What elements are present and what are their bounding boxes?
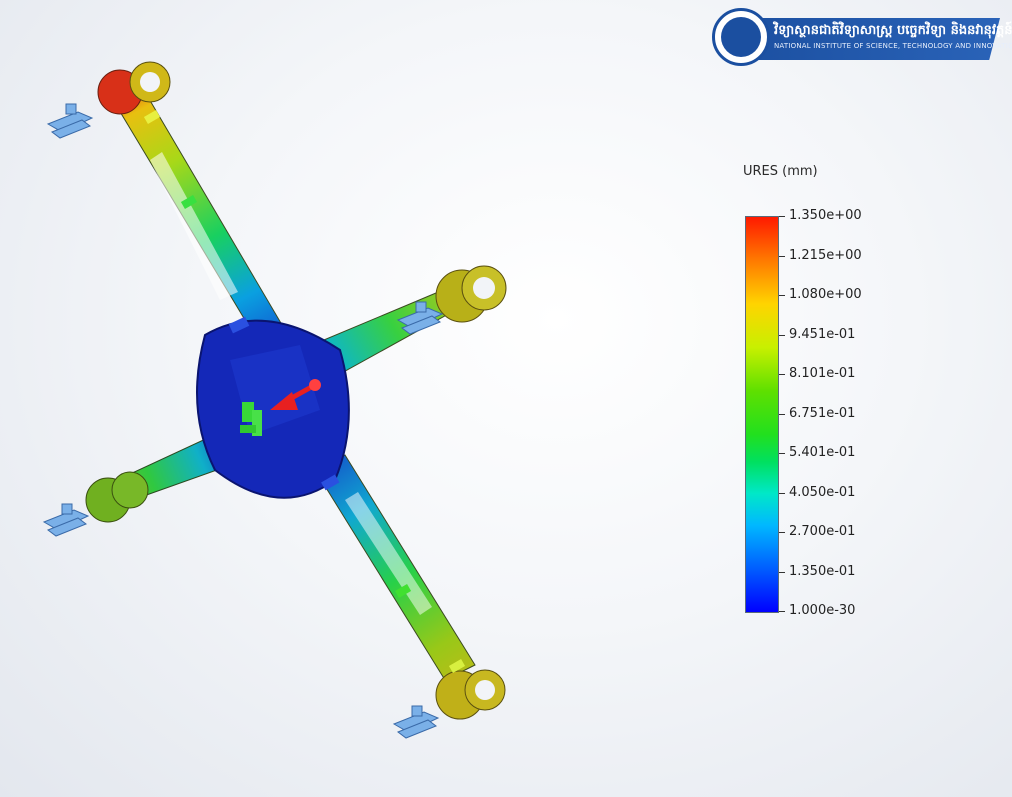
ures-legend: URES (mm) 1.350e+00 1.215e+00 1.080e+00 9.4…	[735, 160, 935, 630]
legend-tick-mark	[779, 216, 785, 217]
legend-tick-label: 4.050e-01	[789, 484, 856, 500]
logo-emblem-icon	[712, 8, 770, 66]
arm-north-west	[97, 61, 287, 331]
legend-tick-mark	[779, 374, 785, 375]
legend-tick-label: 6.751e-01	[789, 405, 856, 421]
legend-tick-label: 2.700e-01	[789, 524, 856, 539]
legend-tick-label: 8.101e-01	[789, 366, 856, 381]
legend-tick-mark	[779, 295, 785, 296]
legend-tick-mark	[779, 532, 785, 533]
legend-tick-label: 1.000e-30	[789, 603, 856, 618]
legend-tick-label: 1.215e+00	[789, 247, 862, 263]
logo-english-text: NATIONAL INSTITUTE OF SCIENCE, TECHNOLOG…	[774, 42, 1012, 50]
legend-tick-label: 1.080e+00	[789, 287, 862, 302]
legend-tick-label: 1.350e+00	[789, 208, 862, 223]
legend-tick-mark	[779, 413, 785, 415]
legend-tick-mark	[779, 492, 785, 494]
legend-tick-mark	[779, 611, 785, 612]
legend-tick-mark	[779, 255, 785, 257]
legend-tick-label: 5.401e-01	[789, 445, 856, 460]
fixture-arrow-icon	[392, 705, 440, 739]
legend-tick-label: 1.350e-01	[789, 563, 856, 579]
fixture-arrow-icon	[46, 103, 94, 139]
legend-title: URES (mm)	[743, 164, 818, 179]
legend-tick-label: 9.451e-01	[789, 326, 856, 342]
frame-center-body	[196, 316, 350, 499]
legend-tick-mark	[779, 571, 785, 573]
institute-logo: វិទ្យាស្ថានជាតិវិទ្យាសាស្ត្រ បច្ចេកវិទ្យ…	[712, 8, 1012, 66]
logo-khmer-text: វិទ្យាស្ថានជាតិវិទ្យាសាស្ត្រ បច្ចេកវិទ្យ…	[774, 23, 1012, 38]
legend-colorbar	[745, 216, 779, 613]
arm-south-east	[314, 454, 506, 720]
fixture-arrow-icon	[42, 503, 90, 537]
legend-tick-mark	[779, 334, 785, 336]
legend-tick-mark	[779, 453, 785, 454]
